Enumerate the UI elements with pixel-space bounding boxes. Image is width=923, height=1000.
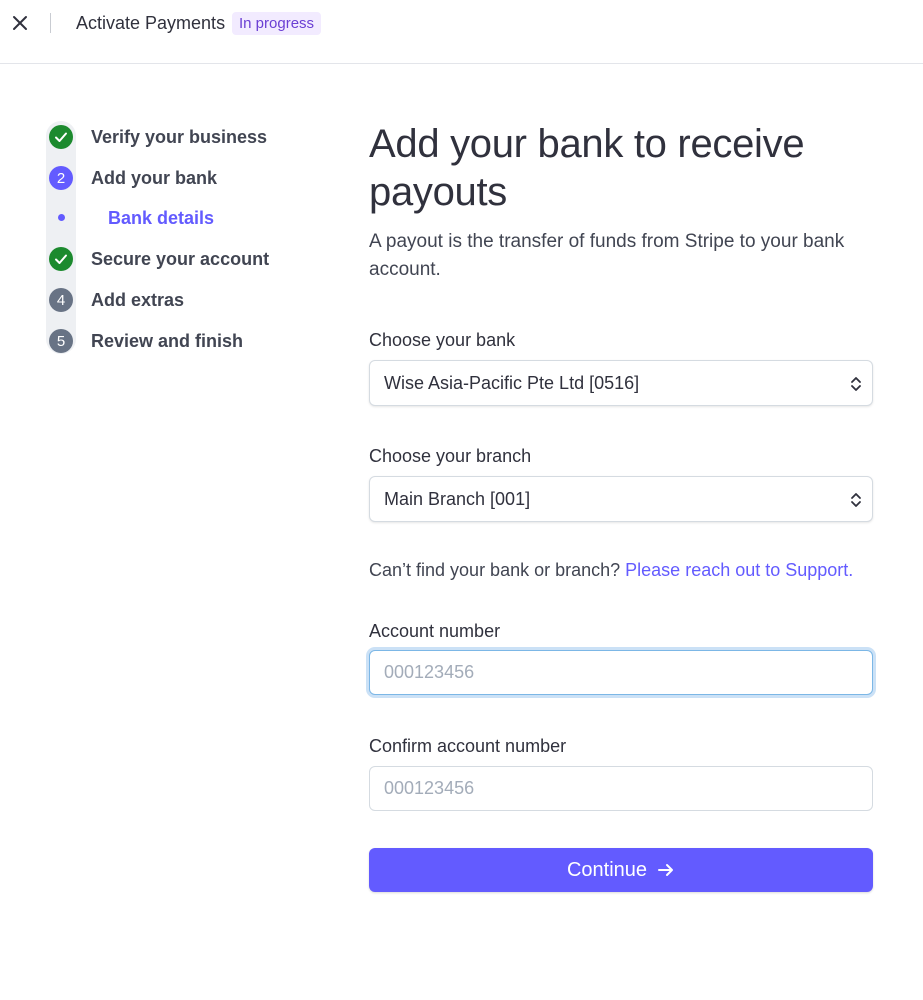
step-label: Review and finish <box>91 331 244 351</box>
step-number-marker: 4 <box>49 288 73 312</box>
close-button[interactable] <box>9 12 31 34</box>
divider <box>50 13 51 33</box>
bank-select-label: Choose your bank <box>369 330 516 350</box>
substep-dot-icon <box>58 214 65 221</box>
step-label: Secure your account <box>91 249 270 269</box>
page-title: Activate Payments <box>76 13 226 33</box>
step-complete-marker <box>49 247 73 271</box>
step-label: Add your bank <box>91 168 218 188</box>
page-subtitle: A payout is the transfer of funds from S… <box>369 231 845 280</box>
bank-select-value: Wise Asia-Pacific Pte Ltd [0516] <box>384 372 640 393</box>
status-badge: In progress <box>232 12 322 35</box>
help-text: Can’t find your bank or branch? Please r… <box>369 559 853 581</box>
step-complete-marker <box>49 125 73 149</box>
check-icon <box>55 254 67 264</box>
substep-label: Bank details <box>108 208 215 228</box>
confirm-account-number-input[interactable] <box>369 766 873 811</box>
branch-select-label: Choose your branch <box>369 446 532 466</box>
main-content: Add your bank to receive payouts A payou… <box>369 120 875 284</box>
step-number-marker: 5 <box>49 329 73 353</box>
stepper-track <box>46 121 76 354</box>
branch-select-value: Main Branch [001] <box>384 488 531 509</box>
support-link[interactable]: Please reach out to Support. <box>625 560 853 580</box>
arrow-right-icon <box>658 864 674 876</box>
chevron-up-down-icon <box>851 493 861 507</box>
close-icon[interactable] <box>12 15 28 31</box>
step-number-marker: 2 <box>49 166 73 190</box>
account-number-label: Account number <box>369 621 501 641</box>
page-heading: Add your bank to receive payouts <box>369 122 805 214</box>
bank-select[interactable]: Wise Asia-Pacific Pte Ltd [0516] <box>369 360 873 406</box>
branch-select[interactable]: Main Branch [001] <box>369 476 873 522</box>
top-bar: Activate Payments In progress <box>0 0 923 64</box>
account-number-input[interactable] <box>369 650 873 695</box>
continue-button-label: Continue <box>566 858 648 881</box>
continue-button[interactable]: Continue <box>369 848 873 892</box>
confirm-account-number-label: Confirm account number <box>369 736 567 756</box>
chevron-up-down-icon <box>851 377 861 391</box>
check-icon <box>55 132 67 142</box>
step-label: Verify your business <box>91 127 268 147</box>
step-label: Add extras <box>91 290 185 310</box>
help-text-label: Can’t find your bank or branch? <box>369 560 626 580</box>
